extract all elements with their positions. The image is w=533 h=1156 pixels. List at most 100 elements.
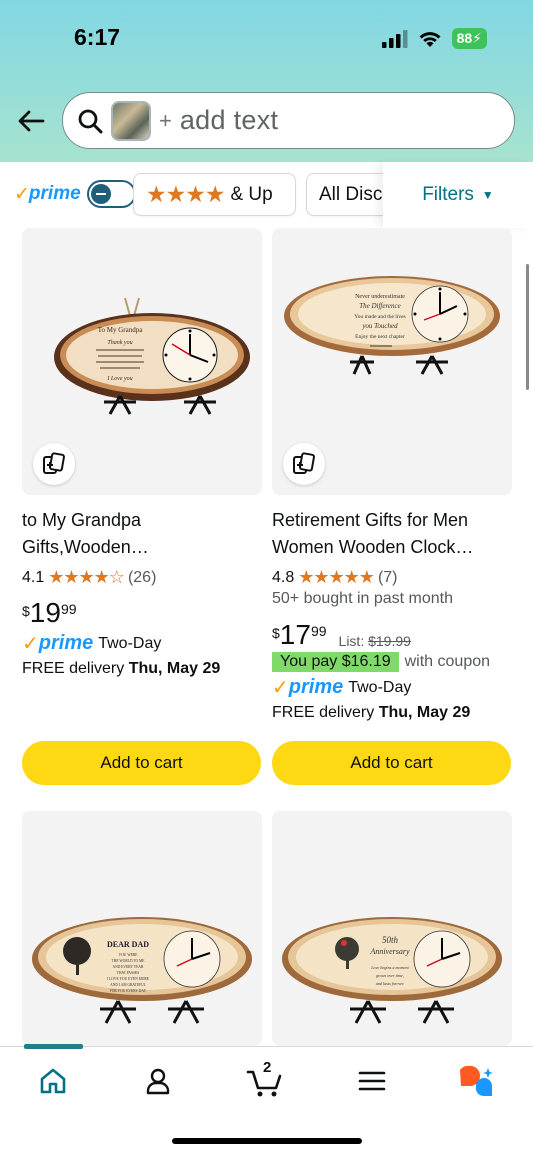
app-header: 6:17 88⚡ + add text — [0, 0, 533, 162]
search-placeholder[interactable]: add text — [180, 105, 278, 136]
wooden-clock-image: 50th Anniversary Love begins a moment gr… — [282, 917, 502, 1024]
stars-chip-label: & Up — [230, 183, 273, 205]
active-tab-indicator — [24, 1044, 83, 1049]
nav-home[interactable] — [33, 1061, 73, 1101]
clock-text: You made and the lives — [354, 314, 405, 320]
scrollbar-thumb[interactable] — [526, 264, 529, 390]
product-image[interactable]: DEAR DAD YOU WERE THE WORLD TO ME AND EV… — [22, 811, 262, 1046]
home-indicator — [172, 1138, 362, 1144]
battery-level: 88 — [456, 30, 473, 46]
product-title-line: Women Wooden Clock… — [272, 537, 474, 557]
coupon-text: with coupon — [404, 653, 491, 670]
delivery-info: FREE delivery Thu, May 29 — [22, 660, 220, 678]
product-title-line: to My Grandpa — [22, 510, 142, 530]
clock-text: THE WORLD TO ME — [112, 959, 146, 963]
clock-text: Love begins a moment — [370, 965, 409, 970]
filters-button[interactable]: Filters ▼ — [383, 162, 533, 228]
list-price: List: $19.99 — [339, 633, 411, 649]
clock-text: AND EVERY YEAR — [113, 965, 144, 969]
price-currency: $ — [22, 603, 30, 619]
product-rating[interactable]: 4.1 ★★★★☆ (26) — [22, 567, 156, 588]
wifi-icon — [419, 31, 441, 47]
home-icon — [40, 1068, 66, 1094]
delivery-date: Thu, May 29 — [378, 704, 471, 721]
delivery-prefix: FREE delivery — [272, 704, 375, 721]
clock-text: Thank you — [107, 340, 132, 346]
clock-text: Never underestimate — [355, 294, 405, 300]
nav-menu[interactable] — [352, 1061, 392, 1101]
compare-button[interactable] — [33, 443, 75, 485]
product-price: $ 19 99 — [22, 599, 77, 627]
clock-text: THAT PASSES — [117, 971, 139, 975]
compare-cards-icon — [293, 452, 315, 474]
product-price: $ 17 99 List: $19.99 — [272, 619, 411, 650]
prime-shipping: ✓ prime Two-Day — [22, 631, 161, 656]
list-price-value: $19.99 — [368, 633, 411, 649]
nav-rufus[interactable] — [455, 1061, 495, 1101]
battery-badge: 88⚡ — [451, 28, 487, 49]
clock-text: Anniversary — [369, 947, 410, 956]
chevron-down-icon: ▼ — [481, 188, 494, 202]
search-bar[interactable]: + add text — [62, 92, 515, 149]
add-to-cart-button[interactable]: Add to cart — [22, 741, 261, 785]
hamburger-menu-icon — [358, 1071, 386, 1091]
prime-logo: prime — [38, 632, 94, 654]
rating-stars-icon: ★★★★★ — [298, 567, 375, 587]
shipping-speed: Two-Day — [348, 678, 412, 696]
rufus-ai-icon — [460, 1065, 493, 1097]
rating-value: 4.8 — [272, 568, 295, 586]
compare-button[interactable] — [283, 443, 325, 485]
prime-check-icon: ✓ — [14, 183, 30, 205]
add-to-cart-button[interactable]: Add to cart — [272, 741, 511, 785]
clock-text: FOR YOU EVERY DAY — [110, 989, 147, 993]
rating-stars-icon: ★★★★☆ — [48, 567, 125, 587]
shipping-speed: Two-Day — [98, 634, 162, 652]
status-icons: 88⚡ — [381, 28, 487, 49]
stars-and-up-chip[interactable]: ★★★★ & Up — [133, 173, 296, 216]
list-price-label: List: — [338, 633, 365, 649]
clock-text: YOU WERE — [119, 953, 139, 957]
prime-filter-toggle[interactable]: ✓ prime — [14, 180, 136, 208]
price-fraction: 99 — [310, 623, 327, 639]
clock-text: DEAR DAD — [107, 940, 149, 949]
clock-text: The Difference — [359, 302, 401, 310]
product-title-line: Retirement Gifts for Men — [272, 510, 469, 530]
cart-count-badge: 2 — [263, 1059, 272, 1076]
delivery-date: Thu, May 29 — [128, 660, 221, 677]
clock-text: I LOVE YOU EVEN MORE — [107, 977, 150, 981]
delivery-info: FREE delivery Thu, May 29 — [272, 704, 470, 722]
add-text-plus: + — [159, 107, 172, 133]
price-fraction: 99 — [60, 601, 77, 617]
price-currency: $ — [272, 625, 280, 641]
charging-icon: ⚡ — [472, 30, 482, 46]
filters-label: Filters — [422, 184, 474, 205]
clock-text: you Touched — [361, 322, 398, 330]
review-count: (7) — [377, 568, 398, 586]
price-whole: 17 — [279, 619, 311, 650]
wooden-clock-image: DEAR DAD YOU WERE THE WORLD TO ME AND EV… — [32, 917, 252, 1024]
prime-check-icon: ✓ — [22, 633, 39, 655]
camera-image-thumbnail[interactable] — [111, 100, 151, 141]
signal-icon — [381, 29, 408, 48]
prime-label: prime — [28, 183, 81, 204]
prime-shipping: ✓ prime Two-Day — [272, 675, 411, 700]
clock-text: AND I AM GRATEFUL — [110, 983, 146, 987]
add-to-cart-label: Add to cart — [100, 753, 183, 772]
product-image[interactable]: 50th Anniversary Love begins a moment gr… — [272, 811, 512, 1046]
four-stars-icon: ★★★★ — [146, 181, 225, 207]
price-whole: 19 — [29, 597, 61, 628]
back-arrow-icon[interactable] — [16, 106, 46, 136]
coupon-info[interactable]: You pay $16.19 with coupon — [272, 652, 490, 672]
filter-row: ✓ prime ★★★★ & Up All Discounts Filters … — [0, 162, 533, 228]
compare-cards-icon — [43, 452, 65, 474]
prime-check-icon: ✓ — [272, 677, 289, 699]
product-title-line: Gifts,Wooden… — [22, 537, 149, 557]
product-rating[interactable]: 4.8 ★★★★★ (7) — [272, 567, 398, 588]
nav-account[interactable] — [138, 1061, 178, 1101]
clock-text: Enjoy the next chapter — [355, 334, 405, 340]
toggle-switch[interactable] — [86, 180, 136, 208]
product-title[interactable]: Retirement Gifts for Men Women Wooden Cl… — [272, 507, 522, 561]
review-count: (26) — [127, 568, 157, 586]
product-title[interactable]: to My Grandpa Gifts,Wooden… — [22, 507, 257, 561]
bought-count: 50+ bought in past month — [272, 590, 454, 607]
